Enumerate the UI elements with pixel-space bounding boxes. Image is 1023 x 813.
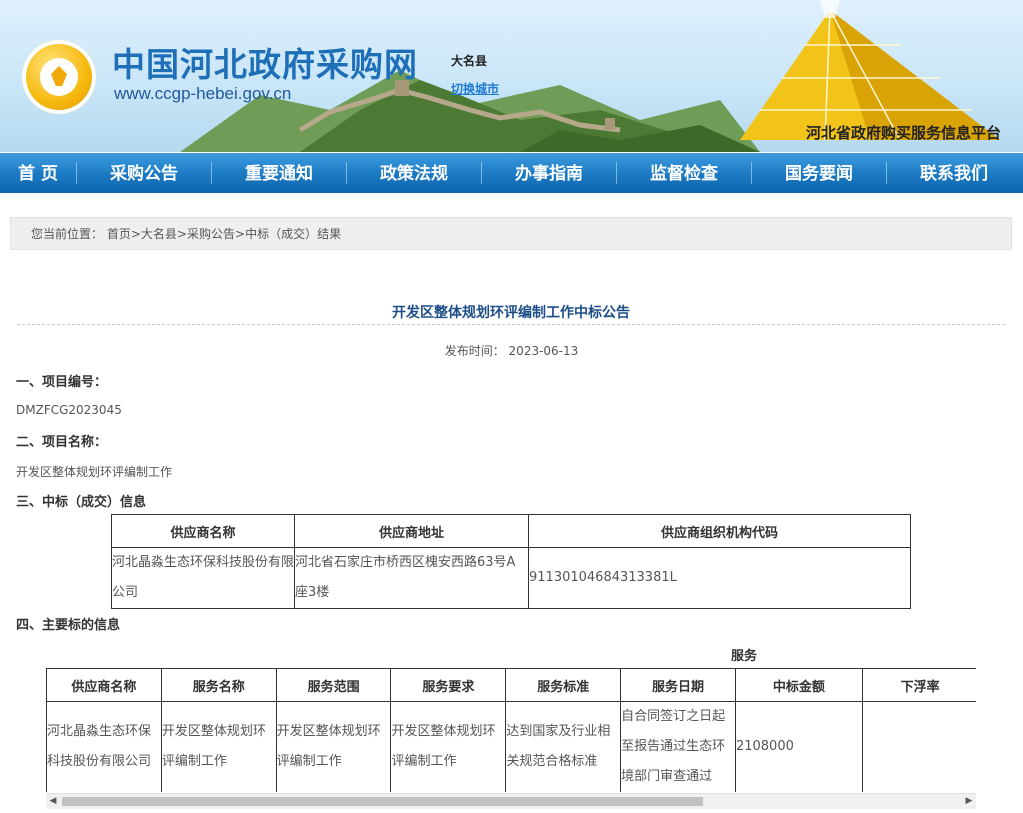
scroll-right-icon[interactable]: ▶ <box>964 796 974 807</box>
svc-standard: 达到国家及行业相关规范合格标准 <box>505 701 622 792</box>
svc-requirement: 开发区整体规划环评编制工作 <box>390 701 507 792</box>
col-service-name: 服务名称 <box>160 668 277 702</box>
publish-label: 发布时间： <box>444 344 505 358</box>
main-nav: 首 页 采购公告 重要通知 政策法规 办事指南 监督检查 国务要闻 联系我们 <box>0 153 1023 193</box>
publish-date: 2023-06-13 <box>508 344 579 358</box>
platform-name: 河北省政府购买服务信息平台 <box>805 124 1001 142</box>
site-logo[interactable] <box>22 40 96 114</box>
breadcrumb-separator: > <box>130 227 141 241</box>
breadcrumb-separator: > <box>235 227 246 241</box>
section-project-name: 二、项目名称： <box>16 435 108 450</box>
col-org-code: 供应商组织机构代码 <box>528 514 911 548</box>
svc-supplier: 河北晶淼生态环保科技股份有限公司 <box>46 701 162 792</box>
svc-date: 自合同签订之日起至报告通过生态环境部门审查通过 <box>620 701 736 792</box>
breadcrumb-notices[interactable]: 采购公告 <box>187 227 235 241</box>
breadcrumb: 您当前位置： 首页>大名县>采购公告>中标（成交）结果 <box>10 217 1012 250</box>
service-table: 供应商名称 服务名称 服务范围 服务要求 服务标准 服务日期 中标金额 下浮率 … <box>46 668 976 792</box>
breadcrumb-result[interactable]: 中标（成交）结果 <box>245 227 341 241</box>
svc-discount <box>861 701 976 792</box>
col-discount-rate: 下浮率 <box>861 668 976 702</box>
supplier-name: 河北晶淼生态环保科技股份有限公司 <box>111 547 295 609</box>
section-winner-info: 三、中标（成交）信息 <box>16 495 147 510</box>
service-label: 服务 <box>731 649 758 664</box>
col-supplier-address: 供应商地址 <box>294 514 529 548</box>
col-service-requirement: 服务要求 <box>390 668 507 702</box>
site-url: www.ccgp-hebei.gov.cn <box>114 84 292 103</box>
scroll-left-icon[interactable]: ◀ <box>48 796 58 807</box>
col-service-standard: 服务标准 <box>505 668 622 702</box>
svc-amount: 2108000 <box>734 701 863 792</box>
table-row: 河北晶淼生态环保科技股份有限公司 开发区整体规划环评编制工作 开发区整体规划环评… <box>46 701 976 792</box>
nav-state-news[interactable]: 国务要闻 <box>752 153 886 193</box>
breadcrumb-home[interactable]: 首页 <box>107 227 131 241</box>
table-row: 河北晶淼生态环保科技股份有限公司 河北省石家庄市桥西区槐安西路63号A座3楼 9… <box>111 547 911 609</box>
nav-policy[interactable]: 政策法规 <box>347 153 481 193</box>
publish-time: 发布时间： 2023-06-13 <box>0 342 1023 359</box>
col-service-date: 服务日期 <box>620 668 736 702</box>
switch-city-link[interactable]: 切换城市 <box>451 80 499 97</box>
section-project-number: 一、项目编号： <box>16 375 108 390</box>
winner-table: 供应商名称 供应商地址 供应商组织机构代码 河北晶淼生态环保科技股份有限公司 河… <box>111 514 911 609</box>
title-divider <box>17 324 1005 325</box>
current-city: 大名县 <box>451 54 488 68</box>
project-number: DMZFCG2023045 <box>16 403 122 417</box>
service-table-scroll[interactable]: 供应商名称 服务名称 服务范围 服务要求 服务标准 服务日期 中标金额 下浮率 … <box>46 668 976 792</box>
nav-contact[interactable]: 联系我们 <box>887 153 1021 193</box>
col-supplier-name: 供应商名称 <box>111 514 295 548</box>
org-code: 91130104684313381L <box>528 547 911 609</box>
nav-important-notice[interactable]: 重要通知 <box>212 153 346 193</box>
breadcrumb-county[interactable]: 大名县 <box>141 227 177 241</box>
article-title: 开发区整体规划环评编制工作中标公告 <box>392 305 630 321</box>
col-supplier: 供应商名称 <box>46 668 162 702</box>
supplier-address: 河北省石家庄市桥西区槐安西路63号A座3楼 <box>294 547 529 609</box>
nav-supervision[interactable]: 监督检查 <box>617 153 751 193</box>
breadcrumb-separator: > <box>176 227 187 241</box>
nav-home[interactable]: 首 页 <box>0 153 76 193</box>
site-banner: 中国河北政府采购网 www.ccgp-hebei.gov.cn 大名县 切换城市… <box>0 0 1023 152</box>
horizontal-scrollbar[interactable]: ◀ ▶ <box>46 793 976 809</box>
breadcrumb-prefix: 您当前位置： <box>31 227 104 241</box>
col-service-scope: 服务范围 <box>275 668 392 702</box>
svc-name: 开发区整体规划环评编制工作 <box>160 701 277 792</box>
project-name: 开发区整体规划环评编制工作 <box>16 465 173 479</box>
col-award-amount: 中标金额 <box>734 668 863 702</box>
nav-guide[interactable]: 办事指南 <box>482 153 616 193</box>
site-title: 中国河北政府采购网 <box>112 45 418 84</box>
section-main-subject: 四、主要标的信息 <box>16 618 121 633</box>
svc-scope: 开发区整体规划环评编制工作 <box>275 701 392 792</box>
scrollbar-thumb[interactable] <box>62 797 703 806</box>
nav-procurement-notice[interactable]: 采购公告 <box>77 153 211 193</box>
